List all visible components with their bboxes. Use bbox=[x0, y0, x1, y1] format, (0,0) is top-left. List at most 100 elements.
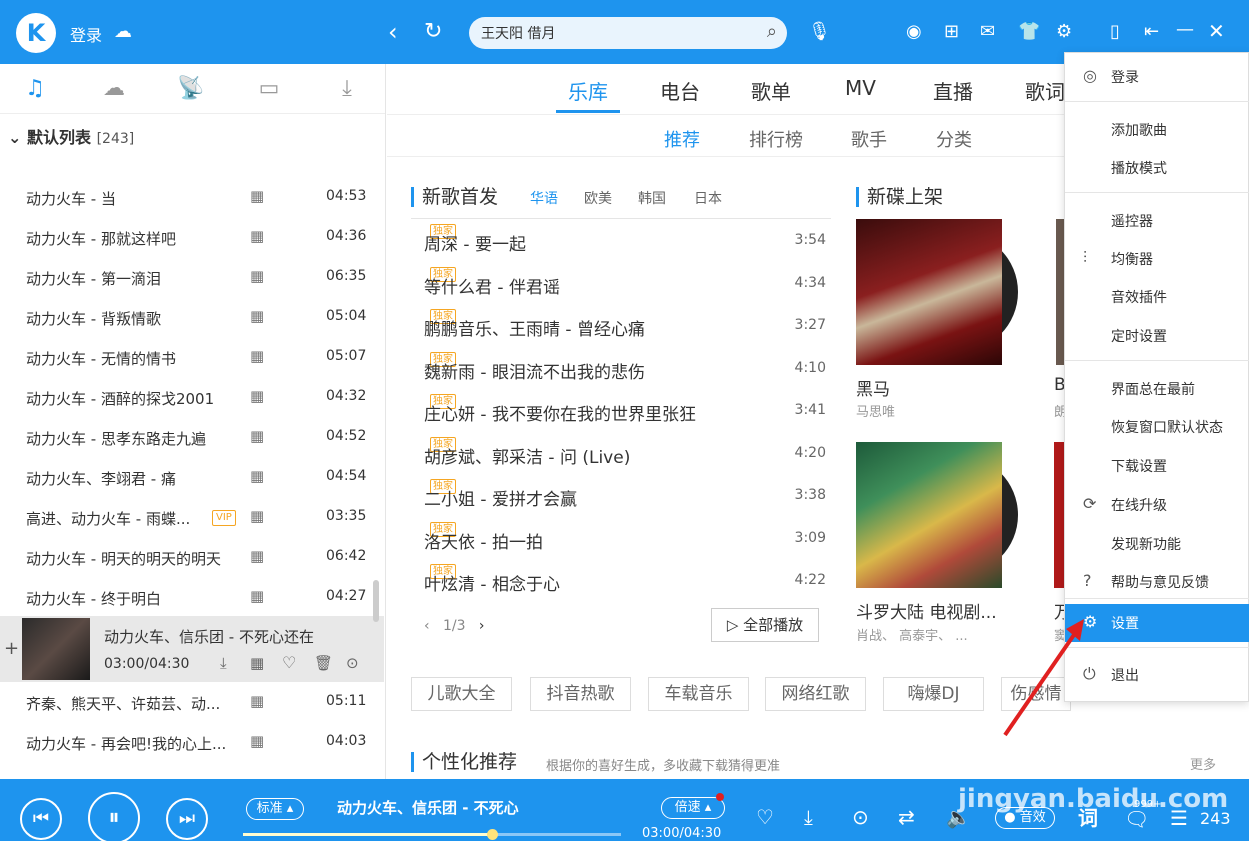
table-row[interactable]: 二小姐 - 爱拼才会赢 独家 3:38 bbox=[424, 477, 828, 517]
list-item[interactable]: 动力火车 - 终于明白 ▦ 04:27 bbox=[0, 577, 376, 617]
back-icon[interactable]: ‹ bbox=[388, 20, 398, 44]
download-icon[interactable]: ⤓ bbox=[332, 76, 362, 101]
repeat-icon[interactable]: ⇄ bbox=[898, 805, 915, 829]
add-icon[interactable]: + bbox=[4, 638, 19, 659]
next-page-icon[interactable]: › bbox=[479, 618, 485, 634]
search-box[interactable]: ⌕ bbox=[469, 17, 787, 49]
tab-2[interactable]: 歌单 bbox=[751, 76, 791, 105]
prev-page-icon[interactable]: ‹ bbox=[424, 618, 430, 634]
list-item[interactable]: 动力火车 - 那就这样吧 ▦ 04:36 bbox=[0, 217, 376, 257]
mv-icon[interactable]: ▦ bbox=[250, 547, 264, 565]
more-icon[interactable]: ⊙ bbox=[852, 805, 869, 829]
mv-icon[interactable]: ▦ bbox=[250, 654, 264, 672]
menu-item[interactable]: 定时设置 bbox=[1065, 317, 1249, 355]
list-item[interactable]: 动力火车 - 当 ▦ 04:53 bbox=[0, 177, 376, 217]
table-row[interactable]: 周深 - 要一起 独家 3:54 bbox=[424, 222, 828, 262]
tab-5[interactable]: 歌词 bbox=[1025, 76, 1065, 105]
genre-tag[interactable]: 抖音热歌 bbox=[530, 677, 631, 711]
album-thumbnail[interactable] bbox=[22, 618, 90, 680]
genre-tag[interactable]: 车载音乐 bbox=[648, 677, 749, 711]
table-row[interactable]: 庄心妍 - 我不要你在我的世界里张狂 独家 3:41 bbox=[424, 392, 828, 432]
list-item[interactable]: 动力火车 - 第一滴泪 ▦ 06:35 bbox=[0, 257, 376, 297]
playlist-scrollbar[interactable] bbox=[373, 580, 379, 622]
play-all-button[interactable]: ▷ 全部播放 bbox=[711, 608, 819, 642]
table-row[interactable]: 胡彦斌、郭采洁 - 问 (Live) 独家 4:20 bbox=[424, 435, 828, 475]
mv-icon[interactable]: ▦ bbox=[250, 427, 264, 445]
download-song-icon[interactable]: ⤓ bbox=[220, 654, 227, 672]
music-note-icon[interactable]: ♫ bbox=[20, 76, 50, 101]
table-row[interactable]: 魏新雨 - 眼泪流不出我的悲伤 独家 4:10 bbox=[424, 350, 828, 390]
menu-item[interactable]: ⏻ 退出 bbox=[1065, 656, 1249, 694]
genre-tag[interactable]: 网络红歌 bbox=[765, 677, 866, 711]
list-item[interactable]: 动力火车 - 背叛情歌 ▦ 05:04 bbox=[0, 297, 376, 337]
menu-item[interactable]: 界面总在最前 bbox=[1065, 370, 1249, 408]
game-icon[interactable]: ◉ bbox=[906, 20, 922, 44]
device-icon[interactable]: ▭ bbox=[254, 76, 284, 101]
more-icon[interactable]: ⊙ bbox=[346, 654, 359, 672]
speed-button[interactable]: 倍速 ▴ bbox=[661, 797, 725, 819]
menu-item[interactable]: ⟳ 在线升级 bbox=[1065, 486, 1249, 524]
region-tab[interactable]: 韩国 bbox=[638, 188, 666, 208]
album-cover-3[interactable] bbox=[856, 442, 1021, 588]
chevron-down-icon[interactable]: ⌄ bbox=[8, 128, 21, 147]
mv-icon[interactable]: ▦ bbox=[250, 732, 264, 750]
menu-item[interactable]: 遥控器 bbox=[1065, 202, 1249, 240]
mv-icon[interactable]: ▦ bbox=[250, 227, 264, 245]
menu-item[interactable]: 添加歌曲 bbox=[1065, 111, 1249, 149]
search-icon[interactable]: ⌕ bbox=[767, 21, 777, 42]
mv-icon[interactable]: ▦ bbox=[250, 467, 264, 485]
mv-icon[interactable]: ▦ bbox=[250, 187, 264, 205]
mv-icon[interactable]: ▦ bbox=[250, 267, 264, 285]
subtab-0[interactable]: 推荐 bbox=[664, 126, 700, 152]
heart-icon[interactable]: ♡ bbox=[756, 805, 774, 829]
album-artist-1[interactable]: 马思唯 bbox=[856, 401, 895, 420]
table-row[interactable]: 洛天依 - 拍一拍 独家 3:09 bbox=[424, 520, 828, 560]
default-list-header[interactable]: ⌄ 默认列表 [243] bbox=[8, 124, 134, 148]
list-item[interactable]: 动力火车 - 明天的明天的明天 ▦ 06:42 bbox=[0, 537, 376, 577]
menu-item[interactable]: 音效插件 bbox=[1065, 278, 1249, 316]
table-row[interactable]: 叶炫清 - 相念于心 独家 4:22 bbox=[424, 562, 828, 602]
menu-item[interactable]: ⚙ 设置 bbox=[1065, 604, 1249, 642]
table-row[interactable]: 等什么君 - 伴君谣 独家 4:34 bbox=[424, 265, 828, 305]
list-item[interactable]: 高进、动力火车 - 雨蝶... VIP ▦ 03:35 bbox=[0, 497, 376, 537]
genre-tag[interactable]: 儿歌大全 bbox=[411, 677, 512, 711]
subtab-2[interactable]: 歌手 bbox=[851, 126, 887, 152]
menu-item[interactable]: 恢复窗口默认状态 bbox=[1065, 408, 1249, 446]
menu-item[interactable]: 下载设置 bbox=[1065, 447, 1249, 485]
mobile-icon[interactable]: ▯ bbox=[1110, 20, 1120, 44]
search-input[interactable] bbox=[481, 17, 751, 49]
region-tab[interactable]: 华语 bbox=[530, 188, 558, 208]
list-item[interactable]: 动力火车 - 无情的情书 ▦ 05:07 bbox=[0, 337, 376, 377]
close-icon[interactable]: ✕ bbox=[1208, 19, 1225, 43]
album-title-1[interactable]: 黑马 bbox=[856, 375, 890, 400]
mv-icon[interactable]: ▦ bbox=[250, 387, 264, 405]
menu-item[interactable]: ⫶ 均衡器 bbox=[1065, 240, 1249, 278]
delete-icon[interactable]: 🗑 bbox=[314, 654, 333, 672]
cloud-upload-icon[interactable]: ☁ bbox=[114, 20, 132, 44]
table-row[interactable]: 鹏鹏音乐、王雨晴 - 曾经心痛 独家 3:27 bbox=[424, 307, 828, 347]
list-item[interactable]: 动力火车、李翊君 - 痛 ▦ 04:54 bbox=[0, 457, 376, 497]
tab-0[interactable]: 乐库 bbox=[568, 76, 608, 105]
mv-icon[interactable]: ▦ bbox=[250, 507, 264, 525]
heart-icon[interactable]: ♡ bbox=[282, 653, 296, 672]
menu-item[interactable]: ◎ 登录 bbox=[1065, 58, 1249, 96]
quality-button[interactable]: 标准 ▴ bbox=[246, 798, 304, 820]
settings-gear-icon[interactable]: ⚙ bbox=[1056, 20, 1072, 44]
album-cover-1[interactable] bbox=[856, 219, 1021, 365]
subtab-1[interactable]: 排行榜 bbox=[749, 126, 803, 152]
cloud-icon[interactable]: ☁ bbox=[99, 76, 129, 101]
mv-icon[interactable]: ▦ bbox=[250, 347, 264, 365]
tab-1[interactable]: 电台 bbox=[660, 76, 700, 105]
next-track-icon[interactable]: ⏭ bbox=[166, 798, 208, 840]
list-item[interactable]: 动力火车 - 再会吧!我的心上... ▦ 04:03 bbox=[0, 722, 376, 762]
list-item[interactable]: 动力火车 - 酒醉的探戈2001 ▦ 04:32 bbox=[0, 377, 376, 417]
voice-search-icon[interactable]: 🎙 bbox=[808, 20, 831, 44]
minimize-icon[interactable]: — bbox=[1176, 18, 1194, 42]
now-playing-row[interactable]: + 动力火车、信乐团 - 不死心还在 03:00/04:30 ⤓ ▦ ♡ 🗑 ⊙ bbox=[0, 616, 384, 682]
download-icon[interactable]: ⤓ bbox=[804, 805, 813, 829]
menu-item[interactable]: ? 帮助与意见反馈 bbox=[1065, 563, 1249, 601]
apps-grid-icon[interactable]: ⊞ bbox=[944, 20, 959, 44]
mv-icon[interactable]: ▦ bbox=[250, 587, 264, 605]
menu-item[interactable]: 发现新功能 bbox=[1065, 525, 1249, 563]
genre-tag[interactable]: 嗨爆DJ bbox=[883, 677, 984, 711]
